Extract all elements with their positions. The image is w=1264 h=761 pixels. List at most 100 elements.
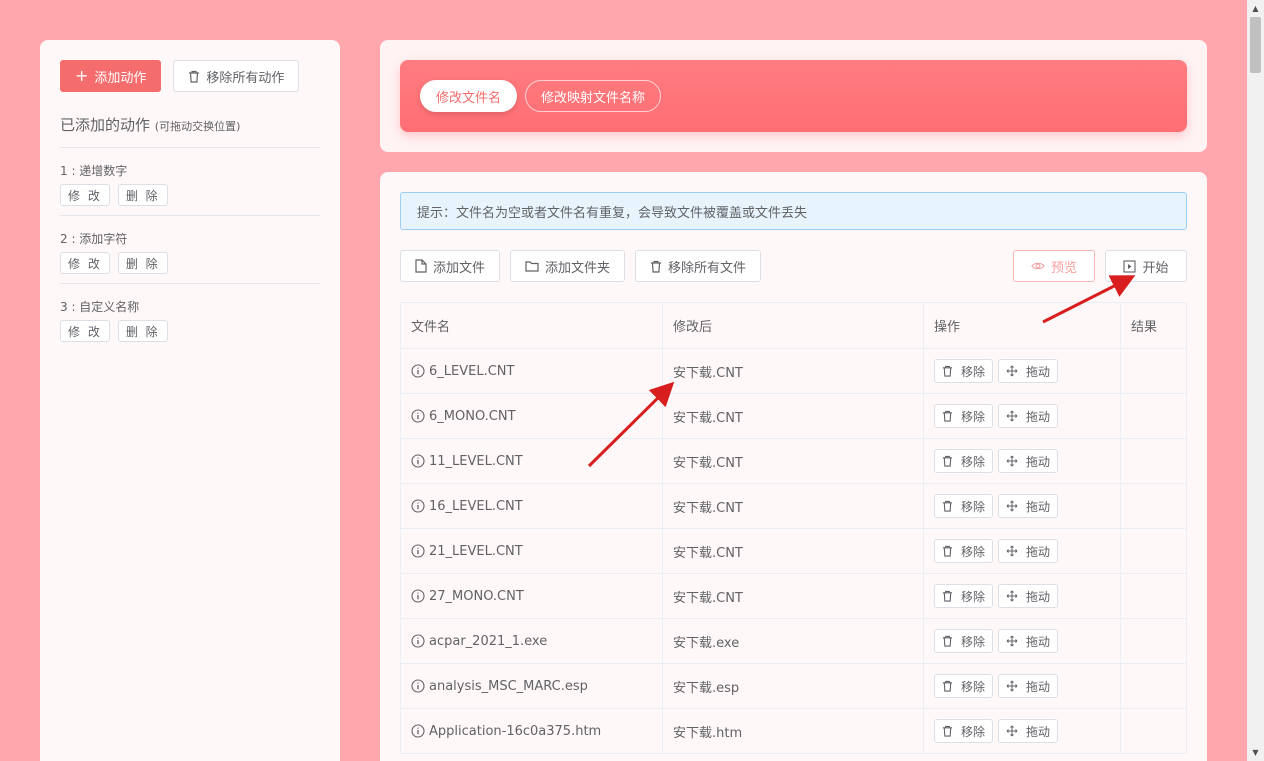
tab-rename-file[interactable]: 修改文件名	[420, 80, 518, 112]
move-icon	[1006, 455, 1018, 467]
edit-action-button[interactable]: 修 改	[60, 184, 110, 206]
remove-file-button[interactable]: 移除	[934, 494, 994, 518]
table-row: 27_MONO.CNT 安下载.CNT 移除 拖动	[400, 573, 1187, 619]
delete-action-button[interactable]: 删 除	[117, 184, 168, 206]
move-icon	[1006, 500, 1018, 512]
trash-icon	[942, 590, 953, 602]
drag-file-button[interactable]: 拖动	[998, 584, 1059, 608]
file-icon	[415, 259, 427, 273]
modified-name: 安下载.CNT	[662, 393, 924, 439]
remove-file-button[interactable]: 移除	[934, 719, 994, 743]
remove-file-button[interactable]: 移除	[934, 674, 994, 698]
modified-name: 安下载.CNT	[662, 573, 924, 619]
result-cell	[1120, 438, 1187, 484]
add-action-button[interactable]: + 添加动作	[60, 60, 162, 92]
table-row: Application-16c0a375.htm 安下载.htm 移除 拖动	[400, 708, 1187, 754]
move-icon	[1006, 590, 1018, 602]
action-label: 2 : 添加字符	[60, 232, 128, 246]
modified-name: 安下载.CNT	[662, 483, 924, 529]
trash-icon	[942, 545, 953, 557]
trash-icon	[189, 70, 200, 83]
drag-file-button[interactable]: 拖动	[998, 539, 1059, 563]
table-row: 21_LEVEL.CNT 安下载.CNT 移除 拖动	[400, 528, 1187, 574]
remove-all-actions-button[interactable]: 移除所有动作	[173, 60, 300, 92]
delete-action-button[interactable]: 删 除	[117, 252, 168, 274]
operation-cell: 移除 拖动	[923, 528, 1121, 574]
action-label: 3 : 自定义名称	[60, 300, 140, 314]
drag-file-button[interactable]: 拖动	[998, 404, 1059, 428]
operation-cell: 移除 拖动	[923, 393, 1121, 439]
scroll-down-icon[interactable]: ▼	[1247, 744, 1264, 761]
action-buttons: 修 改 删 除	[60, 184, 320, 206]
trash-icon	[942, 680, 953, 692]
table-row: analysis_MSC_MARC.esp 安下载.esp 移除 拖动	[400, 663, 1187, 709]
tab-rename-mapped-file[interactable]: 修改映射文件名称	[525, 80, 662, 112]
remove-file-button[interactable]: 移除	[934, 539, 994, 563]
drag-file-button[interactable]: 拖动	[998, 674, 1059, 698]
action-item[interactable]: 2 : 添加字符 修 改 删 除	[60, 216, 320, 284]
move-icon	[1006, 680, 1018, 692]
scroll-thumb[interactable]	[1250, 17, 1261, 73]
drag-file-button[interactable]: 拖动	[998, 449, 1059, 473]
filename: analysis_MSC_MARC.esp	[429, 678, 588, 694]
warning-tip: 提示：文件名为空或者文件名有重复，会导致文件被覆盖或文件丢失	[400, 192, 1187, 230]
delete-action-button[interactable]: 删 除	[117, 320, 168, 342]
drag-file-button[interactable]: 拖动	[998, 719, 1059, 743]
add-file-button[interactable]: 添加文件	[400, 250, 501, 282]
filename: 21_LEVEL.CNT	[429, 543, 523, 559]
filename-cell: 21_LEVEL.CNT	[400, 528, 663, 574]
move-icon	[1006, 635, 1018, 647]
operation-cell: 移除 拖动	[923, 663, 1121, 709]
plus-icon: +	[75, 66, 89, 85]
trash-icon	[942, 410, 953, 422]
drag-file-button[interactable]: 拖动	[998, 629, 1059, 653]
modified-name: 安下载.htm	[662, 708, 924, 754]
page-scrollbar[interactable]: ▲ ▼	[1247, 0, 1264, 761]
filename-cell: analysis_MSC_MARC.esp	[400, 663, 663, 709]
remove-all-files-button[interactable]: 移除所有文件	[635, 250, 762, 282]
filename-cell: acpar_2021_1.exe	[400, 618, 663, 664]
action-item[interactable]: 1 : 递增数字 修 改 删 除	[60, 148, 320, 216]
action-item[interactable]: 3 : 自定义名称 修 改 删 除	[60, 284, 320, 351]
folder-icon	[525, 261, 539, 272]
result-cell	[1120, 708, 1187, 754]
filename-cell: 6_MONO.CNT	[400, 393, 663, 439]
modified-name: 安下载.exe	[662, 618, 924, 664]
remove-file-button[interactable]: 移除	[934, 404, 994, 428]
remove-file-button[interactable]: 移除	[934, 449, 994, 473]
info-icon	[411, 454, 425, 468]
info-icon	[411, 679, 425, 693]
info-icon	[411, 409, 425, 423]
filename-cell: Application-16c0a375.htm	[400, 708, 663, 754]
result-cell	[1120, 573, 1187, 619]
remove-file-button[interactable]: 移除	[934, 629, 994, 653]
result-cell	[1120, 393, 1187, 439]
filename: 27_MONO.CNT	[429, 588, 524, 604]
remove-file-button[interactable]: 移除	[934, 359, 994, 383]
filename: Application-16c0a375.htm	[429, 723, 602, 739]
operation-cell: 移除 拖动	[923, 708, 1121, 754]
move-icon	[1006, 725, 1018, 737]
table-header-row: 文件名 修改后 操作 结果	[400, 302, 1187, 349]
preview-button[interactable]: 预览	[1013, 250, 1095, 282]
info-icon	[411, 589, 425, 603]
trash-icon	[942, 635, 953, 647]
drag-file-button[interactable]: 拖动	[998, 494, 1059, 518]
scroll-up-icon[interactable]: ▲	[1247, 0, 1264, 17]
filename-cell: 27_MONO.CNT	[400, 573, 663, 619]
start-button[interactable]: 开始	[1105, 250, 1187, 282]
action-buttons: 修 改 删 除	[60, 320, 320, 342]
filename: 16_LEVEL.CNT	[429, 498, 523, 514]
drag-file-button[interactable]: 拖动	[998, 359, 1059, 383]
add-folder-button[interactable]: 添加文件夹	[510, 250, 626, 282]
filename-cell: 16_LEVEL.CNT	[400, 483, 663, 529]
table-row: 6_LEVEL.CNT 安下载.CNT 移除 拖动	[400, 348, 1187, 394]
edit-action-button[interactable]: 修 改	[60, 320, 110, 342]
info-icon	[411, 724, 425, 738]
edit-action-button[interactable]: 修 改	[60, 252, 110, 274]
result-cell	[1120, 348, 1187, 394]
files-card: 提示：文件名为空或者文件名有重复，会导致文件被覆盖或文件丢失 添加文件 添加文件…	[380, 172, 1207, 761]
operation-cell: 移除 拖动	[923, 573, 1121, 619]
remove-file-button[interactable]: 移除	[934, 584, 994, 608]
